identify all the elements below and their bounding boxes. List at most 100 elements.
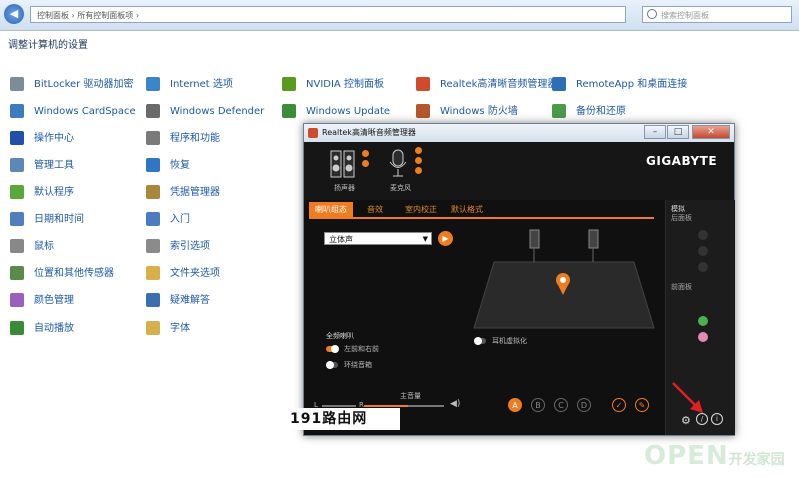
tab-speaker-config[interactable]: 喇叭组态	[309, 202, 353, 218]
search-input[interactable]: 搜索控制面板	[642, 6, 792, 23]
cardspace-icon	[10, 104, 24, 118]
pink-jack-icon[interactable]	[698, 332, 708, 342]
cp-item[interactable]: 字体	[146, 320, 190, 338]
volume-slider-fill	[364, 405, 408, 407]
microphone-icon[interactable]	[388, 149, 408, 179]
jack-icon[interactable]	[698, 262, 708, 272]
cp-item-label: 字体	[170, 323, 190, 334]
speaker-config-value: 立体声	[329, 235, 353, 244]
edit-icon[interactable]: ✎	[635, 398, 649, 412]
device-label-speakers: 扬声器	[334, 184, 355, 192]
cp-item[interactable]: 程序和功能	[146, 130, 220, 148]
search-placeholder: 搜索控制面板	[661, 11, 709, 20]
cp-item[interactable]: 操作中心	[10, 130, 74, 148]
action-center-flag-icon	[10, 131, 24, 145]
slot-a-button[interactable]: A	[508, 398, 522, 412]
speaker-config-select[interactable]: 立体声 ▼	[324, 232, 432, 245]
cp-item[interactable]: Windows 防火墙	[416, 103, 518, 121]
tab-bar: 喇叭组态 音效 室内校正 默认格式	[309, 202, 659, 218]
cp-item-label: 颜色管理	[34, 295, 74, 306]
cp-item[interactable]: Realtek高清晰音频管理器	[416, 76, 557, 94]
full-range-label: 全频喇叭	[326, 332, 354, 340]
slot-d-button[interactable]: D	[577, 398, 591, 412]
gigabyte-logo: GIGABYTE	[646, 154, 718, 168]
maximize-button[interactable]: □	[667, 125, 689, 139]
firewall-icon	[416, 104, 430, 118]
speakers-icon[interactable]	[330, 149, 356, 179]
tab-underline	[309, 217, 654, 219]
cp-item[interactable]: 自动播放	[10, 320, 74, 338]
mic-jack-badge-3	[415, 167, 422, 174]
left-speaker-icon[interactable]	[529, 229, 540, 249]
watermark-open-cn: 开发家园	[728, 452, 785, 468]
tab-effects[interactable]: 音效	[361, 202, 389, 218]
cp-item-label: Windows 防火墙	[440, 106, 518, 117]
getting-started-icon	[146, 212, 160, 226]
cp-item-label: 默认程序	[34, 187, 74, 198]
cp-item-label: 操作中心	[34, 133, 74, 144]
speaker-jack-badge-2	[362, 160, 369, 167]
cp-item[interactable]: Windows CardSpace	[10, 103, 136, 121]
cp-item[interactable]: 位置和其他传感器	[10, 265, 114, 283]
cp-item[interactable]: RemoteApp 和桌面连接	[552, 76, 687, 94]
cp-item-label: Realtek高清晰音频管理器	[440, 79, 558, 90]
save-check-icon[interactable]: ✓	[612, 398, 626, 412]
cp-item[interactable]: NVIDIA 控制面板	[282, 76, 384, 94]
watermark-191: 191路由网	[286, 408, 400, 430]
fonts-icon	[146, 321, 160, 335]
cp-item[interactable]: 备份和还原	[552, 103, 626, 121]
green-jack-icon[interactable]	[698, 316, 708, 326]
cp-item[interactable]: 凭据管理器	[146, 184, 220, 202]
surround-toggle[interactable]	[326, 361, 338, 369]
front-lr-toggle[interactable]	[326, 345, 339, 353]
cp-item[interactable]: 管理工具	[10, 157, 74, 175]
cp-item[interactable]: BitLocker 驱动器加密	[10, 76, 133, 94]
cp-item-label: 管理工具	[34, 160, 74, 171]
info-icon[interactable]: i	[711, 413, 723, 425]
admin-tools-icon	[10, 158, 24, 172]
cp-item[interactable]: 颜色管理	[10, 292, 74, 310]
minimize-button[interactable]: –	[644, 125, 666, 139]
front-panel-label: 前面板	[671, 283, 692, 291]
headphone-virtual-toggle[interactable]	[474, 337, 486, 345]
tab-room-correction[interactable]: 室内校正	[399, 202, 443, 218]
slot-c-button[interactable]: C	[554, 398, 568, 412]
folder-options-icon	[146, 266, 160, 280]
slot-b-button[interactable]: B	[531, 398, 545, 412]
close-button[interactable]: ✕	[692, 125, 730, 139]
cp-item[interactable]: Internet 选项	[146, 76, 233, 94]
play-test-button[interactable]: ▶	[438, 231, 453, 246]
cp-item[interactable]: 日期和时间	[10, 211, 84, 229]
jack-icon[interactable]	[698, 246, 708, 256]
cp-item-label: 位置和其他传感器	[34, 268, 114, 279]
cp-item[interactable]: 入门	[146, 211, 190, 229]
balance-slider[interactable]	[322, 405, 356, 407]
cp-item[interactable]: Windows Defender	[146, 103, 264, 121]
cp-item[interactable]: 默认程序	[10, 184, 74, 202]
mouse-icon	[10, 239, 24, 253]
remoteapp-icon	[552, 77, 566, 91]
cp-item[interactable]: 疑难解答	[146, 292, 210, 310]
tab-default-format[interactable]: 默认格式	[445, 202, 489, 218]
cp-item-label: Windows CardSpace	[34, 106, 136, 117]
default-programs-icon	[10, 185, 24, 199]
cp-item[interactable]: 恢复	[146, 157, 190, 175]
cp-item[interactable]: Windows Update	[282, 103, 390, 121]
speaker-volume-icon[interactable]: ◀)	[450, 399, 460, 409]
red-arrow-annotation	[672, 382, 703, 413]
jack-icon[interactable]	[698, 230, 708, 240]
mic-jack-badge	[415, 147, 422, 154]
internet-options-icon	[146, 77, 160, 91]
back-arrow-icon[interactable]: ◀	[4, 4, 24, 24]
cp-item[interactable]: 文件夹选项	[146, 265, 220, 283]
defender-icon	[146, 104, 160, 118]
windows-update-icon	[282, 104, 296, 118]
cp-item[interactable]: 索引选项	[146, 238, 210, 256]
realtek-icon	[416, 77, 430, 91]
right-speaker-icon[interactable]	[588, 229, 599, 249]
realtek-titlebar[interactable]: Realtek高清晰音频管理器 – □ ✕	[304, 124, 734, 142]
address-bar[interactable]: 控制面板 › 所有控制面板项 ›	[30, 6, 626, 23]
cp-item[interactable]: 鼠标	[10, 238, 54, 256]
cp-item-label: 文件夹选项	[170, 268, 220, 279]
cp-item-label: BitLocker 驱动器加密	[34, 79, 134, 90]
